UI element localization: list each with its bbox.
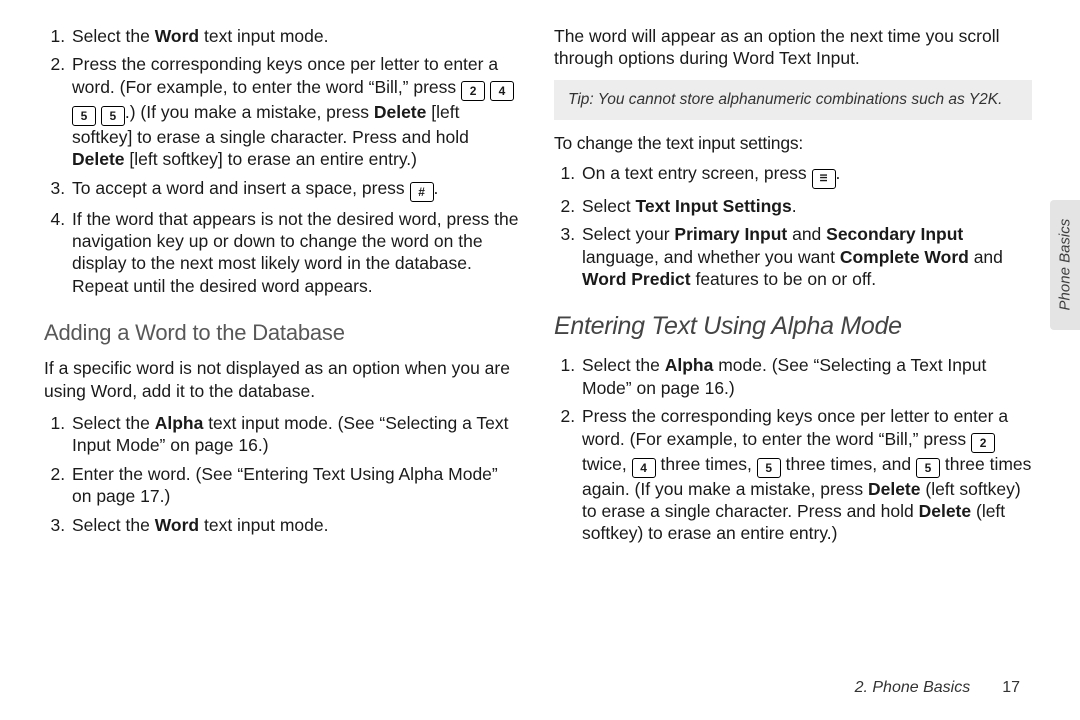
change-settings-lead: To change the text input settings:: [554, 132, 1032, 154]
add-word-steps: Select the Alpha text input mode. (See “…: [44, 412, 522, 536]
key-5-icon: 5: [916, 458, 940, 478]
step-1: Select the Alpha text input mode. (See “…: [70, 412, 522, 457]
page-footer: 2. Phone Basics 17: [855, 678, 1020, 698]
heading-adding-word: Adding a Word to the Database: [44, 319, 522, 347]
text: .: [836, 163, 841, 183]
key-4-icon: 4: [632, 458, 656, 478]
text: language, and whether you want: [582, 247, 840, 267]
two-column-layout: Select the Word text input mode. Press t…: [0, 0, 1080, 559]
right-intro: The word will appear as an option the ne…: [554, 25, 1032, 70]
bold-word: Word: [155, 515, 199, 535]
left-column: Select the Word text input mode. Press t…: [44, 25, 522, 559]
text: .) (If you make a mistake, press: [125, 102, 374, 122]
right-column: The word will appear as an option the ne…: [554, 25, 1032, 559]
bold-word: Word: [155, 26, 199, 46]
text: Select the: [582, 355, 665, 375]
text: To accept a word and insert a space, pre…: [72, 178, 410, 198]
bold-secondary-input: Secondary Input: [826, 224, 963, 244]
text: .: [792, 196, 797, 216]
bold-delete: Delete: [72, 149, 125, 169]
step-1: On a text entry screen, press ☰.: [580, 162, 1032, 189]
bold-text-input-settings: Text Input Settings: [636, 196, 792, 216]
text: Press the corresponding keys once per le…: [72, 54, 498, 96]
step-4: If the word that appears is not the desi…: [70, 208, 522, 298]
step-2: Press the corresponding keys once per le…: [580, 405, 1032, 545]
bold-complete-word: Complete Word: [840, 247, 969, 267]
text: Select the: [72, 515, 155, 535]
step-3: Select the Word text input mode.: [70, 514, 522, 536]
add-word-intro: If a specific word is not displayed as a…: [44, 357, 522, 402]
text: Select the: [72, 413, 155, 433]
bold-delete: Delete: [919, 501, 972, 521]
bold-alpha: Alpha: [155, 413, 204, 433]
key-hash-icon: #: [410, 182, 434, 202]
bold-word-predict: Word Predict: [582, 269, 691, 289]
alpha-mode-steps: Select the Alpha mode. (See “Selecting a…: [554, 354, 1032, 544]
word-mode-steps: Select the Word text input mode. Press t…: [44, 25, 522, 297]
text: twice,: [582, 454, 632, 474]
bold-primary-input: Primary Input: [674, 224, 787, 244]
key-5-icon: 5: [101, 106, 125, 126]
text: text input mode.: [199, 515, 328, 535]
tip-body: You cannot store alphanumeric combinatio…: [594, 91, 1003, 108]
bold-delete: Delete: [868, 479, 921, 499]
step-2: Enter the word. (See “Entering Text Usin…: [70, 463, 522, 508]
tip-box: Tip: You cannot store alphanumeric combi…: [554, 80, 1032, 120]
key-2-icon: 2: [461, 81, 485, 101]
key-2-icon: 2: [971, 433, 995, 453]
side-tab-label: Phone Basics: [1055, 219, 1074, 311]
text: Enter the word. (See “Entering Text Usin…: [72, 464, 498, 506]
manual-page: Select the Word text input mode. Press t…: [0, 0, 1080, 720]
step-1: Select the Word text input mode.: [70, 25, 522, 47]
step-1: Select the Alpha mode. (See “Selecting a…: [580, 354, 1032, 399]
text: and: [969, 247, 1003, 267]
menu-key-icon: ☰: [812, 169, 836, 189]
text: If the word that appears is not the desi…: [72, 209, 519, 296]
step-3: To accept a word and insert a space, pre…: [70, 177, 522, 202]
text: three times,: [656, 454, 757, 474]
text: [left softkey] to erase an entire entry.…: [125, 149, 417, 169]
text: On a text entry screen, press: [582, 163, 812, 183]
page-number: 17: [1002, 678, 1020, 698]
text: features to be on or off.: [691, 269, 877, 289]
key-4-icon: 4: [490, 81, 514, 101]
text: Press the corresponding keys once per le…: [582, 406, 1008, 448]
text: text input mode.: [199, 26, 328, 46]
text: three times, and: [781, 454, 916, 474]
text: Select: [582, 196, 636, 216]
step-2: Select Text Input Settings.: [580, 195, 1032, 217]
heading-alpha-mode: Entering Text Using Alpha Mode: [554, 310, 1032, 342]
text: .: [434, 178, 439, 198]
text: and: [787, 224, 826, 244]
side-thumb-tab: Phone Basics: [1050, 200, 1080, 330]
bold-alpha: Alpha: [665, 355, 714, 375]
footer-section-label: 2. Phone Basics: [855, 678, 971, 698]
key-5-icon: 5: [757, 458, 781, 478]
bold-delete: Delete: [374, 102, 427, 122]
step-2: Press the corresponding keys once per le…: [70, 53, 522, 170]
change-settings-steps: On a text entry screen, press ☰. Select …: [554, 162, 1032, 290]
key-5-icon: 5: [72, 106, 96, 126]
tip-label: Tip:: [568, 91, 594, 108]
text: Select the: [72, 26, 155, 46]
text: Select your: [582, 224, 674, 244]
step-3: Select your Primary Input and Secondary …: [580, 223, 1032, 290]
